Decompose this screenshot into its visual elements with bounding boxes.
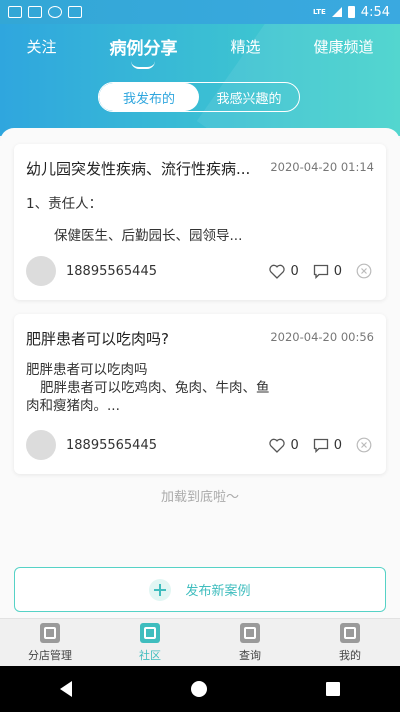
segment-my-posts[interactable]: 我发布的	[99, 83, 199, 111]
comment-button[interactable]: 0	[313, 264, 342, 279]
tabbar-item-store-management[interactable]: 分店管理	[10, 619, 90, 666]
signal-icon	[331, 7, 342, 17]
post-card[interactable]: 肥胖患者可以吃肉吗? 2020-04-20 00:56 肥胖患者可以吃肉吗 肥胖…	[14, 314, 386, 474]
network-type: LTE	[312, 8, 326, 16]
search-icon	[240, 622, 260, 643]
segment-control: 我发布的 我感兴趣的	[98, 82, 300, 112]
home-icon[interactable]	[190, 681, 207, 697]
back-icon[interactable]	[59, 681, 72, 697]
status-time: 4:54	[360, 4, 390, 20]
post-excerpt-line: 保健医生、后勤园长、园领导...	[54, 228, 243, 244]
sd-card-icon	[68, 6, 82, 18]
tab-case-share-label: 病例分享	[109, 39, 178, 59]
tabbar-item-community[interactable]: 社区	[110, 619, 190, 666]
author-phone: 18895565445	[66, 437, 157, 453]
sync-icon	[48, 6, 62, 18]
battery-icon	[347, 6, 355, 18]
post-excerpt: 肥胖患者可以吃肉吗 肥胖患者可以吃鸡肉、兔肉、牛肉、鱼 肉和瘦猪肉。...	[26, 361, 374, 415]
publish-case-button[interactable]: 发布新案例	[14, 567, 386, 612]
publish-case-label: 发布新案例	[185, 584, 251, 599]
bottom-tab-bar: 分店管理 社区 查询 我的	[0, 618, 400, 666]
post-excerpt-line: 1、责任人：	[26, 196, 103, 212]
store-icon	[40, 622, 60, 643]
comment-count: 0	[333, 263, 342, 279]
tabbar-label: 社区	[139, 648, 161, 662]
post-date: 2020-04-20 01:14	[270, 160, 374, 174]
comment-button[interactable]: 0	[313, 438, 342, 453]
tabbar-item-profile[interactable]: 我的	[310, 619, 390, 666]
plus-icon	[149, 578, 172, 601]
tabbar-item-search[interactable]: 查询	[210, 619, 290, 666]
header: 关注 病例分享 精选 健康频道 我发布的 我感兴趣的	[0, 24, 400, 136]
tabbar-label: 分店管理	[28, 648, 72, 662]
post-excerpt: 1、责任人： 保健医生、后勤园长、园领导...	[26, 195, 374, 245]
comment-icon	[313, 438, 328, 453]
post-title: 幼儿园突发性疾病、流行性疾病...	[26, 160, 251, 178]
tabbar-label: 我的	[339, 648, 361, 662]
end-of-list-text: 加载到底啦～	[160, 490, 239, 505]
post-excerpt-line: 肥胖患者可以吃鸡肉、兔肉、牛肉、鱼	[40, 380, 270, 396]
comment-icon	[313, 264, 328, 279]
active-tab-indicator	[131, 61, 156, 69]
delete-button[interactable]	[356, 263, 372, 279]
tab-health-channel[interactable]: 健康频道	[313, 36, 373, 57]
post-excerpt-line: 肉和瘦猪肉。...	[26, 398, 120, 414]
avatar[interactable]	[26, 430, 56, 460]
segment-interested[interactable]: 我感兴趣的	[199, 83, 299, 111]
status-bar: LTE 4:54	[0, 0, 400, 24]
profile-icon	[340, 622, 360, 643]
community-icon	[140, 622, 160, 643]
author-phone: 18895565445	[66, 263, 157, 279]
tabbar-label: 查询	[239, 648, 261, 662]
like-button[interactable]: 0	[269, 437, 299, 453]
like-count: 0	[290, 263, 299, 279]
recent-apps-icon[interactable]	[326, 682, 341, 696]
tab-featured[interactable]: 精选	[230, 36, 260, 57]
tab-follow[interactable]: 关注	[26, 36, 56, 57]
avatar[interactable]	[26, 256, 56, 286]
delete-button[interactable]	[356, 437, 372, 453]
content-area: 幼儿园突发性疾病、流行性疾病... 2020-04-20 01:14 1、责任人…	[0, 128, 400, 618]
close-circle-icon	[356, 263, 372, 279]
close-circle-icon	[356, 437, 372, 453]
comment-count: 0	[333, 437, 342, 453]
notification-icon	[8, 6, 22, 18]
top-nav: 关注 病例分享 精选 健康频道	[0, 34, 400, 69]
app-icon	[28, 6, 42, 18]
like-button[interactable]: 0	[269, 263, 299, 279]
post-card[interactable]: 幼儿园突发性疾病、流行性疾病... 2020-04-20 01:14 1、责任人…	[14, 144, 386, 300]
heart-icon	[269, 438, 286, 453]
system-nav-bar	[0, 666, 400, 712]
post-excerpt-line: 肥胖患者可以吃肉吗	[26, 362, 148, 378]
post-title: 肥胖患者可以吃肉吗?	[26, 330, 169, 348]
like-count: 0	[290, 437, 299, 453]
heart-icon	[269, 264, 286, 279]
post-date: 2020-04-20 00:56	[270, 330, 374, 344]
tab-case-share[interactable]: 病例分享	[109, 34, 178, 69]
